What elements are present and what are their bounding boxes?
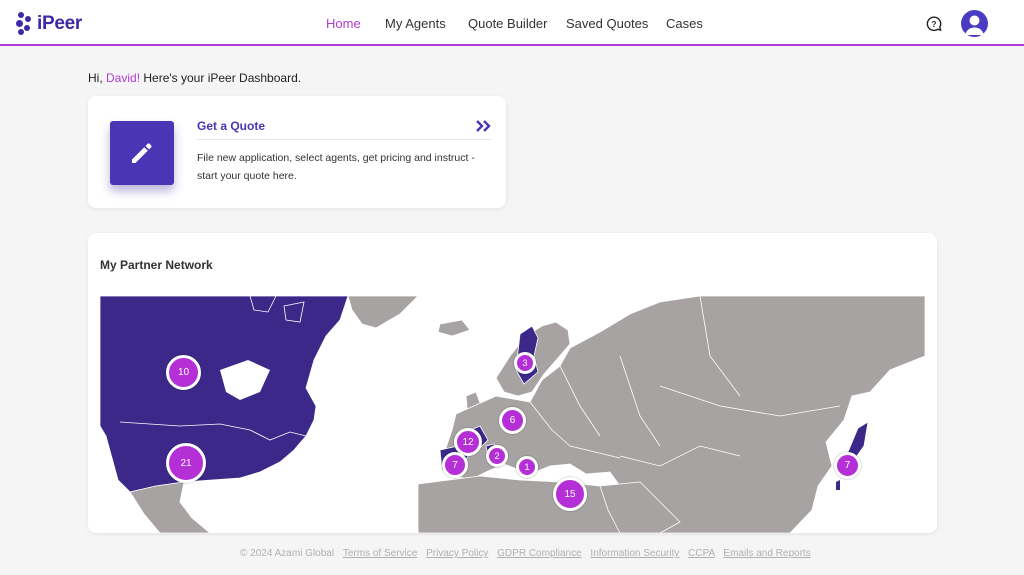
greeting-suffix: Here's your iPeer Dashboard. (143, 71, 302, 85)
footer-link-ccpa[interactable]: CCPA (688, 548, 715, 559)
map-cluster-marker[interactable]: 1 (516, 456, 538, 478)
map-cluster-marker[interactable]: 3 (514, 352, 536, 374)
footer-link-privacy[interactable]: Privacy Policy (426, 548, 488, 559)
footer-link-emails[interactable]: Emails and Reports (723, 548, 810, 559)
svg-text:?: ? (932, 20, 937, 29)
nav-cases[interactable]: Cases (666, 16, 703, 31)
map-cluster-marker[interactable]: 10 (166, 355, 201, 390)
nav-my-agents[interactable]: My Agents (385, 16, 446, 31)
map-cluster-marker[interactable]: 7 (834, 452, 861, 479)
top-navigation-bar: iPeer Home My Agents Quote Builder Saved… (0, 0, 1024, 46)
map-cluster-marker[interactable]: 21 (166, 443, 206, 483)
logo-mark-icon (16, 12, 34, 36)
map-land-north-america (100, 296, 349, 493)
map-cluster-marker[interactable]: 7 (442, 452, 468, 478)
footer-link-gdpr[interactable]: GDPR Compliance (497, 548, 581, 559)
page-footer: © 2024 Azami Global Terms of Service Pri… (240, 548, 811, 559)
ipeer-logo[interactable]: iPeer (16, 11, 82, 37)
partner-network-title: My Partner Network (100, 258, 213, 272)
map-cluster-marker[interactable]: 6 (499, 407, 526, 434)
nav-saved-quotes[interactable]: Saved Quotes (566, 16, 648, 31)
quote-card-description: File new application, select agents, get… (197, 152, 475, 182)
partner-network-map[interactable]: 10 21 3 6 12 2 7 1 15 7 (100, 296, 925, 533)
partner-network-card: My Partner Network 10 21 3 6 12 2 7 1 15… (88, 233, 937, 533)
quote-tile[interactable] (110, 121, 174, 185)
greeting-prefix: Hi, (88, 71, 103, 85)
footer-copyright: © 2024 Azami Global (240, 548, 335, 559)
dashboard-greeting: Hi, David! Here's your iPeer Dashboard. (88, 71, 301, 85)
brand-name: iPeer (37, 13, 82, 34)
footer-link-infosec[interactable]: Information Security (590, 548, 679, 559)
nav-quote-builder[interactable]: Quote Builder (468, 16, 548, 31)
nav-home[interactable]: Home (326, 16, 361, 31)
help-chat-icon[interactable]: ? (926, 16, 942, 32)
map-land-greenland (347, 296, 419, 329)
greeting-user-name: David! (106, 71, 141, 85)
get-a-quote-card[interactable]: Get a Quote File new application, select… (88, 96, 506, 208)
footer-link-terms[interactable]: Terms of Service (343, 548, 417, 559)
map-land-iceland (437, 319, 471, 337)
quote-card-title[interactable]: Get a Quote (197, 119, 265, 133)
map-cluster-marker[interactable]: 2 (486, 445, 508, 467)
divider (197, 139, 491, 140)
user-avatar-icon[interactable] (961, 10, 988, 37)
double-chevron-right-icon[interactable] (476, 120, 492, 132)
map-cluster-marker[interactable]: 15 (553, 477, 587, 511)
map-land-mexico (129, 481, 211, 533)
pencil-icon (132, 143, 152, 163)
